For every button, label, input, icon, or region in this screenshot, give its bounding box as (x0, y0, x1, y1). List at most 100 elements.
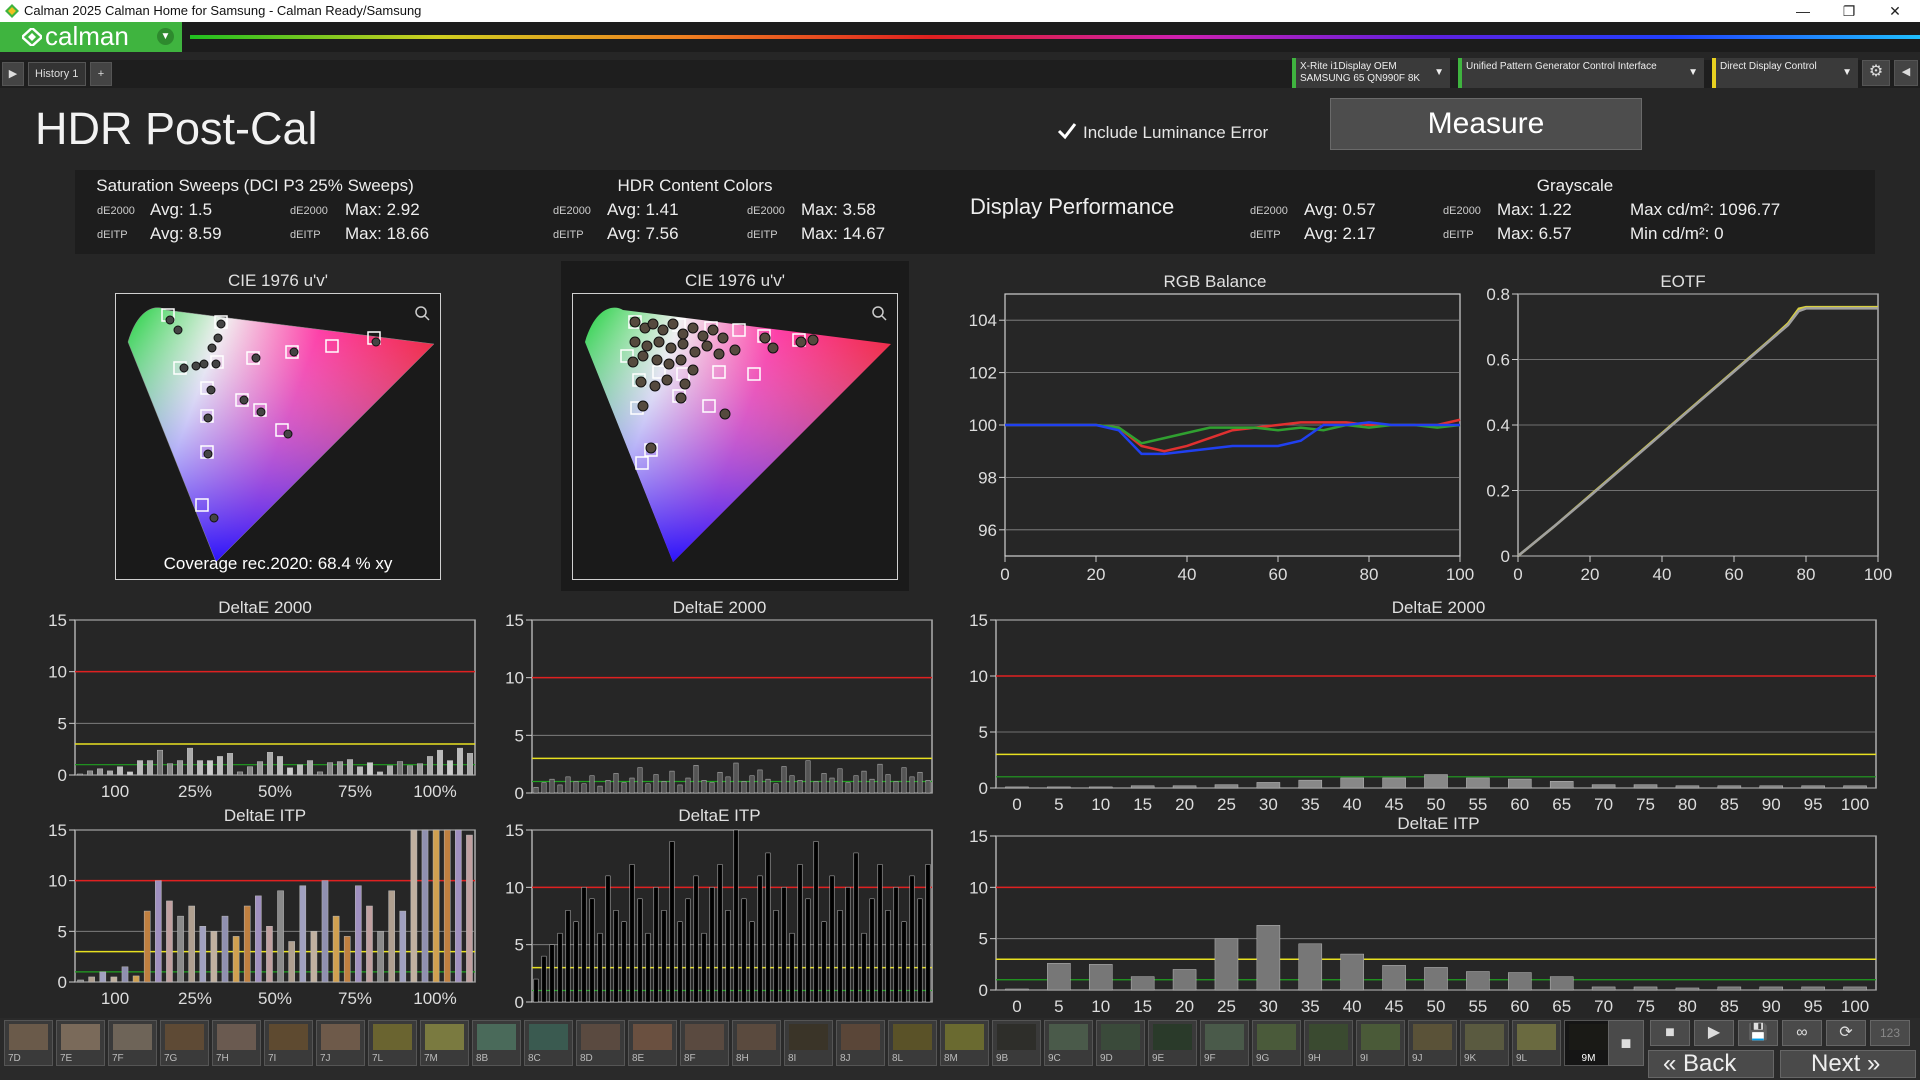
bar (247, 766, 253, 776)
swatch-8L[interactable]: 8L (888, 1020, 937, 1066)
y-tick-label: 0 (515, 784, 524, 803)
loop-button[interactable]: ∞ (1782, 1020, 1822, 1046)
bar (347, 759, 353, 776)
y-tick-label: 96 (978, 521, 997, 540)
swatch-9K[interactable]: 9K (1460, 1020, 1509, 1066)
swatch-9I[interactable]: 9I (1356, 1020, 1405, 1066)
swatch-8C[interactable]: 8C (524, 1020, 573, 1066)
bar (199, 926, 207, 983)
swatch-9D[interactable]: 9D (1096, 1020, 1145, 1066)
bar (597, 932, 603, 1003)
bar (813, 841, 819, 1003)
bar (605, 780, 611, 794)
swatch-9J[interactable]: 9J (1408, 1020, 1457, 1066)
bar (901, 767, 907, 794)
bar (869, 898, 875, 1003)
swatch-8J[interactable]: 8J (836, 1020, 885, 1066)
back-button[interactable]: « Back (1648, 1050, 1774, 1078)
y-tick-label: 15 (969, 611, 988, 630)
swatch-7J[interactable]: 7J (316, 1020, 365, 1066)
bar (757, 769, 763, 794)
number-button[interactable]: 123 (1870, 1020, 1910, 1046)
bar (1508, 778, 1532, 789)
next-button[interactable]: Next » (1780, 1050, 1916, 1078)
swatch-label: 9B (996, 1053, 1009, 1064)
swatch-7I[interactable]: 7I (264, 1020, 313, 1066)
x-tick-label: 0 (1000, 565, 1009, 584)
next-arrow-icon: » (1867, 1050, 1881, 1077)
swatch-8I[interactable]: 8I (784, 1020, 833, 1066)
bar (757, 875, 763, 1003)
bar (1675, 987, 1700, 991)
y-tick-label: 10 (969, 667, 988, 686)
bar (327, 762, 333, 776)
swatch-8B[interactable]: 8B (472, 1020, 521, 1066)
swatch-7G[interactable]: 7G (160, 1020, 209, 1066)
x-tick-label: 65 (1552, 997, 1571, 1016)
swatch-8F[interactable]: 8F (680, 1020, 729, 1066)
swatch-8D[interactable]: 8D (576, 1020, 625, 1066)
stop-square-button[interactable]: ■ (1608, 1020, 1644, 1066)
swatch-label: 9F (1204, 1053, 1216, 1064)
back-arrow-icon: « (1663, 1050, 1677, 1077)
bar (121, 966, 129, 983)
x-tick-label: 65 (1552, 795, 1571, 814)
x-tick-label: 20 (1581, 565, 1600, 584)
swatch-label: 9M (1581, 1053, 1596, 1064)
swatch-7F[interactable]: 7F (108, 1020, 157, 1066)
bar (243, 905, 251, 983)
x-tick-label: 15 (1133, 795, 1152, 814)
x-tick-label: 15 (1133, 997, 1152, 1016)
swatch-9F[interactable]: 9F (1200, 1020, 1249, 1066)
x-tick-label: 95 (1804, 795, 1823, 814)
refresh-button[interactable]: ⟳ (1826, 1020, 1866, 1046)
swatch-label: 7H (216, 1053, 229, 1064)
save-button[interactable]: 💾 (1738, 1020, 1778, 1046)
bar (1256, 925, 1281, 991)
x-tick-label: 25 (1217, 997, 1236, 1016)
swatch-9L[interactable]: 9L (1512, 1020, 1561, 1066)
bar (177, 915, 184, 983)
bar (605, 875, 611, 1003)
y-tick-label: 0 (979, 779, 988, 798)
bar (685, 777, 691, 794)
bar (1424, 774, 1448, 789)
swatch-7L[interactable]: 7L (368, 1020, 417, 1066)
bar (549, 944, 555, 1003)
bar (677, 784, 683, 794)
bar (1005, 786, 1029, 789)
bar (1675, 785, 1700, 789)
bar (355, 885, 362, 983)
bar (1633, 986, 1658, 991)
swatch-9G[interactable]: 9G (1252, 1020, 1301, 1066)
bar (557, 784, 563, 794)
x-tick-label: 35 (1301, 997, 1320, 1016)
swatch-8H[interactable]: 8H (732, 1020, 781, 1066)
bar (1214, 938, 1239, 991)
stop-button[interactable]: ■ (1650, 1020, 1690, 1046)
swatch-9B[interactable]: 9B (992, 1020, 1041, 1066)
swatch-9H[interactable]: 9H (1304, 1020, 1353, 1066)
swatch-8M[interactable]: 8M (940, 1020, 989, 1066)
swatch-9E[interactable]: 9E (1148, 1020, 1197, 1066)
swatch-color (633, 1024, 672, 1050)
x-tick-label: 55 (1468, 997, 1487, 1016)
swatch-7M[interactable]: 7M (420, 1020, 469, 1066)
x-tick-label: 100 (101, 989, 129, 1008)
swatch-8E[interactable]: 8E (628, 1020, 677, 1066)
bar (1382, 777, 1406, 789)
swatch-7E[interactable]: 7E (56, 1020, 105, 1066)
swatch-9C[interactable]: 9C (1044, 1020, 1093, 1066)
bar (287, 767, 293, 776)
play-button[interactable]: ▶ (1694, 1020, 1734, 1046)
x-tick-label: 75% (338, 782, 372, 801)
bar (1256, 782, 1281, 789)
swatch-7D[interactable]: 7D (4, 1020, 53, 1066)
bar (709, 887, 715, 1003)
bar (909, 776, 915, 794)
bar (861, 770, 867, 794)
bar (645, 783, 651, 794)
swatch-9M[interactable]: 9M (1564, 1020, 1613, 1066)
swatch-7H[interactable]: 7H (212, 1020, 261, 1066)
bar (581, 887, 587, 1003)
